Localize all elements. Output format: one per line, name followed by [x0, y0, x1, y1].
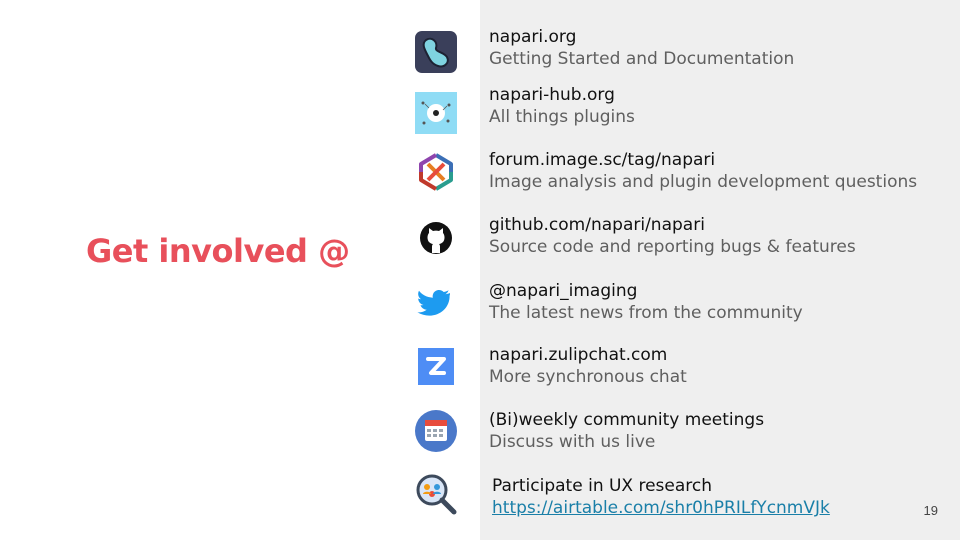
list-item: github.com/napari/napari Source code and…	[489, 214, 856, 258]
item-title[interactable]: napari.zulipchat.com	[489, 344, 687, 366]
list-item: napari.org Getting Started and Documenta…	[489, 26, 794, 70]
list-item: (Bi)weekly community meetings Discuss wi…	[489, 409, 764, 453]
item-title[interactable]: napari-hub.org	[489, 84, 635, 106]
item-description: Discuss with us live	[489, 432, 656, 452]
item-title[interactable]: github.com/napari/napari	[489, 214, 856, 236]
item-description: More synchronous chat	[489, 367, 687, 387]
image-sc-forum-icon	[414, 150, 458, 194]
twitter-icon	[414, 280, 458, 324]
item-title[interactable]: napari.org	[489, 26, 794, 48]
headline: Get involved @	[86, 232, 350, 270]
item-description: The latest news from the community	[489, 303, 803, 323]
list-item: Participate in UX research https://airta…	[492, 475, 830, 519]
item-description: Getting Started and Documentation	[489, 49, 795, 69]
item-description: Source code and reporting bugs & feature…	[489, 237, 856, 257]
item-title: Participate in UX research	[492, 476, 713, 496]
page-number: 19	[923, 503, 938, 518]
github-icon	[414, 216, 458, 260]
item-description: All things plugins	[489, 107, 635, 127]
item-title[interactable]: (Bi)weekly community meetings	[489, 409, 764, 431]
ux-research-icon	[414, 472, 458, 516]
calendar-icon	[414, 409, 458, 453]
list-item: napari.zulipchat.com More synchronous ch…	[489, 344, 687, 388]
ux-research-link[interactable]: https://airtable.com/shr0hPRILfYcnmVJk	[492, 497, 830, 519]
item-description: Image analysis and plugin development qu…	[489, 172, 918, 192]
list-item: forum.image.sc/tag/napari Image analysis…	[489, 149, 917, 193]
resources-panel	[480, 0, 960, 540]
item-title[interactable]: forum.image.sc/tag/napari	[489, 149, 917, 171]
napari-hub-icon	[414, 91, 458, 135]
list-item: napari-hub.org All things plugins	[489, 84, 635, 128]
zulip-icon	[414, 345, 458, 389]
list-item: @napari_imaging The latest news from the…	[489, 280, 803, 324]
item-title[interactable]: @napari_imaging	[489, 280, 803, 302]
napari-logo-icon	[414, 30, 458, 74]
left-panel: Get involved @	[0, 0, 480, 540]
